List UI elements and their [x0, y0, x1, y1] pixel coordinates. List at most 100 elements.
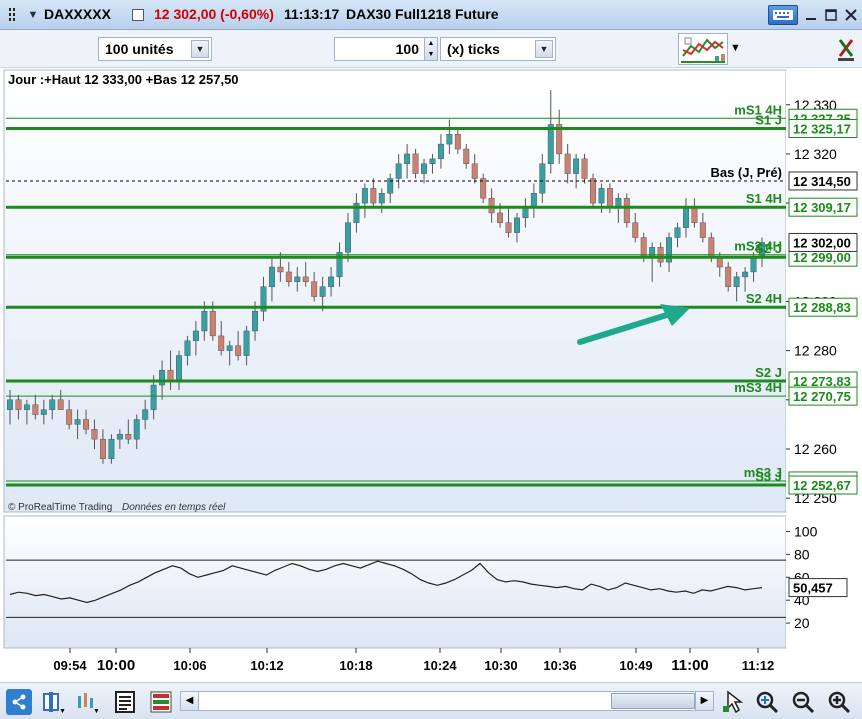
candle-body [328, 276, 335, 287]
chart-type-icon[interactable] [678, 33, 728, 65]
ticks-stepper[interactable]: ▲ ▼ [424, 37, 438, 61]
scroll-left-icon[interactable]: ◀ [181, 692, 199, 710]
level-label: mS3 4H [734, 380, 782, 395]
time-scrollbar[interactable]: ◀ ▶ [180, 691, 714, 711]
candle-body [750, 256, 757, 273]
candle-body [319, 286, 326, 297]
symbol-name[interactable]: DAXXXXX [44, 6, 111, 22]
indicator-tick-label: 100 [794, 523, 818, 539]
candle-body [184, 340, 191, 356]
candle-body [742, 271, 749, 278]
candle-body [345, 222, 351, 253]
units-select[interactable]: 100 unités ▼ [98, 37, 212, 61]
level-label: S1 J [755, 113, 782, 128]
time-tick-label: 10:30 [484, 658, 517, 673]
indicator-tick-label: 20 [794, 615, 810, 631]
candle-body [437, 143, 444, 160]
price-tick-label: 12 260 [794, 441, 837, 457]
level-label: S2 J [755, 365, 782, 380]
lock-checkbox[interactable] [132, 9, 144, 21]
candle-body [370, 188, 377, 204]
candle-body [725, 266, 732, 287]
candle-body [421, 163, 427, 174]
scroll-thumb[interactable] [611, 693, 695, 709]
chart-toolbar: 100 unités ▼ 100 ▲ ▼ (x) ticks ▼ ▼ [0, 30, 862, 68]
cursor-icon[interactable] [720, 689, 746, 715]
chart-canvas[interactable]: 12 33012 32012 31012 29012 28012 27012 2… [0, 68, 862, 682]
candle-body [454, 134, 461, 150]
candle-body [564, 153, 571, 174]
indicator-config-icon[interactable] [836, 36, 856, 62]
candle-body [606, 188, 613, 209]
candle-body [66, 409, 73, 425]
level-tag-value: 12 299,00 [793, 250, 851, 265]
candle-body [133, 419, 140, 440]
candle-body [361, 188, 368, 204]
candle-body [547, 124, 554, 164]
chart-area[interactable]: 12 33012 32012 31012 29012 28012 27012 2… [0, 68, 862, 682]
candle-body [302, 276, 309, 282]
window-menu-icon[interactable] [6, 6, 24, 24]
clock: 11:13:17 [284, 6, 340, 22]
drawing-tools-icon[interactable]: ▼ [74, 689, 100, 715]
time-tick-label: 10:18 [339, 658, 372, 673]
candle-body [395, 163, 402, 179]
price-tick-label: 12 320 [794, 146, 837, 162]
minimize-icon[interactable] [802, 6, 820, 24]
level-label: S2 4H [746, 291, 782, 306]
level-tag-value: 12 309,17 [793, 200, 851, 215]
price-change: 12 302,00 (-0,60%) [154, 6, 274, 22]
chevron-down-icon[interactable]: ▼ [535, 40, 553, 58]
zoom-fit-icon[interactable] [754, 689, 780, 715]
scroll-right-icon[interactable]: ▶ [695, 692, 713, 710]
candle-body [488, 197, 495, 214]
close-icon[interactable] [842, 6, 860, 24]
level-label: Bas (J, Pré) [710, 165, 782, 180]
candle-body [7, 399, 13, 410]
candle-body [91, 429, 98, 440]
candle-body [15, 399, 22, 410]
candle-body [514, 217, 520, 233]
level-tag-value: 12 314,50 [793, 174, 851, 189]
time-tick-label: 10:12 [250, 658, 283, 673]
candle-body [632, 222, 639, 238]
candle-body [150, 384, 157, 410]
candle-body [497, 212, 504, 223]
maximize-icon[interactable] [822, 6, 840, 24]
candle-body [83, 419, 89, 430]
table-icon[interactable] [148, 689, 174, 715]
candle-body [598, 188, 605, 204]
chevron-down-icon[interactable]: ▼ [191, 40, 209, 58]
time-tick-label: 09:54 [53, 658, 87, 673]
candle-body [733, 276, 740, 287]
ticks-number: 100 [395, 41, 419, 57]
time-tick-label: 10:00 [97, 657, 135, 674]
time-tick-label: 10:06 [173, 658, 206, 673]
level-tag-value: 12 252,67 [793, 478, 851, 493]
zoom-in-icon[interactable] [826, 689, 852, 715]
keyboard-icon[interactable] [768, 5, 798, 25]
candle-body [471, 163, 478, 179]
candle-body [40, 409, 47, 415]
candle-body [176, 355, 182, 381]
share-icon[interactable] [6, 689, 32, 715]
candle-body [142, 409, 149, 420]
candle-body [623, 197, 630, 223]
price-pane [3, 69, 787, 513]
candle-body [116, 434, 123, 440]
time-tick-label: 11:12 [742, 658, 775, 673]
list-icon[interactable] [112, 689, 138, 715]
chart-type-dropdown-icon[interactable]: ▼ [730, 42, 741, 54]
candle-body [49, 399, 56, 410]
candle-body [277, 266, 284, 273]
candle-body [522, 207, 529, 219]
ticks-number-input[interactable]: 100 [334, 37, 426, 61]
level-tag-value: 12 270,75 [793, 389, 851, 404]
candle-body [268, 266, 275, 287]
candle-body [378, 193, 385, 204]
symbol-dropdown-icon[interactable]: ▼ [24, 6, 42, 24]
indicator-icon[interactable]: ▼ [40, 689, 66, 715]
candle-body [285, 271, 292, 282]
ticks-unit-select[interactable]: (x) ticks ▼ [440, 37, 556, 61]
zoom-out-icon[interactable] [790, 689, 816, 715]
